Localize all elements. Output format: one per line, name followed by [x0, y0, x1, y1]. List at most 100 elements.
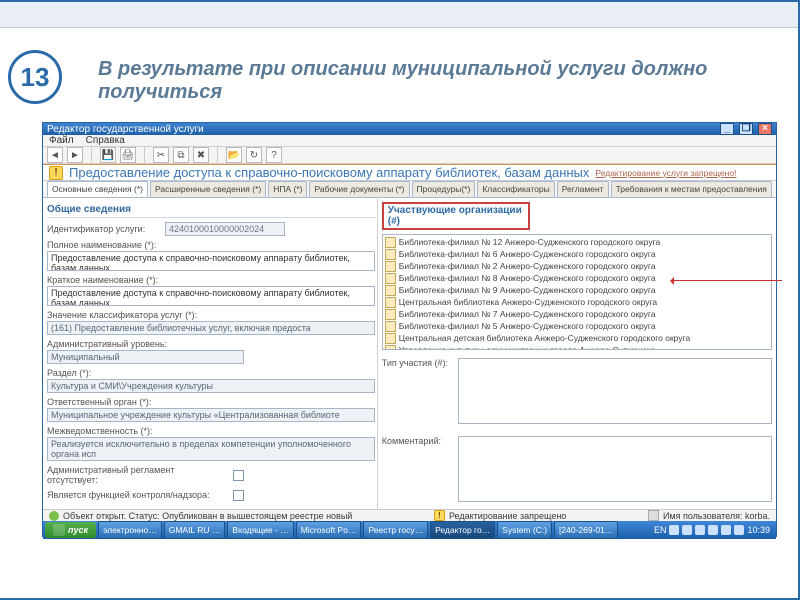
clock: 10:39 [747, 525, 770, 535]
type-box[interactable] [458, 358, 772, 424]
org-icon [385, 249, 396, 260]
task-btn[interactable]: Microsoft Po… [296, 521, 362, 539]
pointer-arrow [672, 280, 782, 281]
inter-select[interactable]: Реализуется исключительно в пределах ком… [47, 437, 375, 461]
start-button[interactable]: пуск [45, 522, 96, 538]
task-btn[interactable]: электронно… [98, 521, 162, 539]
org-icon [385, 321, 396, 332]
taskbar: пуск электронно… GMAIL RU … Входящие - …… [43, 521, 776, 539]
menu-help[interactable]: Справка [86, 135, 125, 146]
org-item[interactable]: Библиотека-филиал № 2 Анжеро-Судженского… [385, 260, 769, 272]
tray-icon[interactable] [682, 525, 692, 535]
tray-icon[interactable] [695, 525, 705, 535]
org-item[interactable]: Центральная детская библиотека Анжеро-Су… [385, 332, 769, 344]
shortname-field[interactable]: Предоставление доступа к справочно-поиск… [47, 286, 375, 306]
org-item[interactable]: Библиотека-филиал № 7 Анжеро-Судженского… [385, 308, 769, 320]
tray-icon[interactable] [708, 525, 718, 535]
tab-npa[interactable]: НПА (*) [268, 181, 307, 197]
slide-number: 13 [8, 50, 62, 104]
main-area: Общие сведения Идентификатор услуги: 424… [43, 198, 776, 509]
inter-label: Межведомственность (*): [47, 426, 375, 436]
refresh-icon[interactable]: ↻ [246, 147, 262, 163]
resp-select[interactable]: Муниципальное учреждение культуры «Центр… [47, 408, 375, 422]
app-window: Редактор государственной услуги _ ❐ × Фа… [42, 122, 777, 537]
task-btn[interactable]: [240-269-01… [554, 521, 618, 539]
org-list[interactable]: Библиотека-филиал № 12 Анжеро-Судженског… [382, 234, 772, 350]
classifier-label: Значение классификатора услуг (*): [47, 310, 375, 320]
reg-missing-label: Административный регламент отсутствует: [47, 465, 227, 485]
minimize-button[interactable]: _ [720, 123, 734, 135]
status-right: Имя пользователя: korba. [663, 511, 770, 521]
maximize-button[interactable]: ❐ [739, 123, 753, 135]
org-item[interactable]: Управление культуры администрации города… [385, 344, 769, 350]
statusbar: Объект открыт. Статус: Опубликован в выш… [43, 509, 776, 521]
org-item[interactable]: Библиотека-филиал № 9 Анжеро-Судженского… [385, 284, 769, 296]
print-icon[interactable]: 🖨 [120, 147, 136, 163]
section-select[interactable]: Культура и СМИ\Учреждения культуры [47, 379, 375, 393]
tab-extended[interactable]: Расширенные сведения (*) [150, 181, 266, 197]
tray-icon[interactable] [734, 525, 744, 535]
org-icon [385, 285, 396, 296]
status-warning-icon: ! [434, 510, 445, 521]
org-item[interactable]: Центральная библиотека Анжеро-Судженског… [385, 296, 769, 308]
reg-missing-checkbox[interactable] [233, 470, 244, 481]
type-label: Тип участия (#): [382, 358, 454, 428]
org-item[interactable]: Библиотека-филиал № 5 Анжеро-Судженского… [385, 320, 769, 332]
right-panel: Участвующие организации (#) Библиотека-ф… [378, 198, 776, 509]
tray-icon[interactable] [721, 525, 731, 535]
copy-icon[interactable]: ⧉ [173, 147, 189, 163]
save-icon[interactable]: 💾 [100, 147, 116, 163]
tab-requirements[interactable]: Требования к местам предоставления [611, 181, 772, 197]
user-icon [648, 510, 659, 521]
status-dot-icon [49, 511, 59, 521]
windows-logo-icon [53, 524, 65, 536]
tab-workdocs[interactable]: Рабочие документы (*) [309, 181, 409, 197]
delete-icon[interactable]: ✖ [193, 147, 209, 163]
tab-classifiers[interactable]: Классификаторы [477, 181, 554, 197]
menubar: Файл Справка [43, 135, 776, 147]
comment-box[interactable] [458, 436, 772, 502]
org-icon [385, 309, 396, 320]
tab-reglament[interactable]: Регламент [557, 181, 609, 197]
cut-icon[interactable]: ✂ [153, 147, 169, 163]
tab-procedures[interactable]: Процедуры(*) [412, 181, 476, 197]
task-btn[interactable]: GMAIL RU … [164, 521, 226, 539]
lang-indicator[interactable]: EN [654, 525, 667, 535]
folder-icon[interactable]: 📂 [226, 147, 242, 163]
warning-icon: ! [49, 166, 63, 180]
task-btn[interactable]: System (C:) [497, 521, 552, 539]
admin-level-label: Административный уровень: [47, 339, 375, 349]
task-btn-active[interactable]: Редактор го… [430, 521, 495, 539]
org-icon [385, 237, 396, 248]
menu-file[interactable]: Файл [49, 135, 74, 146]
org-icon [385, 333, 396, 344]
org-icon [385, 261, 396, 272]
left-panel: Общие сведения Идентификатор услуги: 424… [43, 198, 378, 509]
id-field: 4240100010000002024 [165, 222, 285, 236]
task-btn[interactable]: Входящие - … [227, 521, 293, 539]
admin-level-select[interactable]: Муниципальный [47, 350, 244, 364]
tray-icon[interactable] [669, 525, 679, 535]
fullname-field[interactable]: Предоставление доступа к справочно-поиск… [47, 251, 375, 271]
status-mid: Редактирование запрещено [449, 511, 566, 521]
section-title: Общие сведения [47, 202, 375, 218]
nav-fwd-icon[interactable]: ► [67, 147, 83, 163]
org-icon [385, 345, 396, 351]
close-button[interactable]: × [758, 123, 772, 135]
classifier-select[interactable]: (161) Предоставление библиотечных услуг,… [47, 321, 375, 335]
fullname-label: Полное наименование (*): [47, 240, 375, 250]
document-header: ! Предоставление доступа к справочно-пои… [43, 164, 776, 181]
help-icon[interactable]: ? [266, 147, 282, 163]
control-checkbox[interactable] [233, 490, 244, 501]
org-header: Участвующие организации (#) [382, 202, 530, 230]
document-subtitle: Редактирование услуги запрещено! [595, 168, 736, 178]
slide-title: В результате при описании муниципальной … [98, 58, 768, 104]
org-icon [385, 297, 396, 308]
task-btn[interactable]: Реестр госу… [363, 521, 428, 539]
tab-basic[interactable]: Основные сведения (*) [47, 181, 148, 197]
org-item[interactable]: Библиотека-филиал № 12 Анжеро-Судженског… [385, 236, 769, 248]
org-item[interactable]: Библиотека-филиал № 8 Анжеро-Судженского… [385, 272, 769, 284]
org-item[interactable]: Библиотека-филиал № 6 Анжеро-Судженского… [385, 248, 769, 260]
section-label: Раздел (*): [47, 368, 375, 378]
nav-back-icon[interactable]: ◄ [47, 147, 63, 163]
